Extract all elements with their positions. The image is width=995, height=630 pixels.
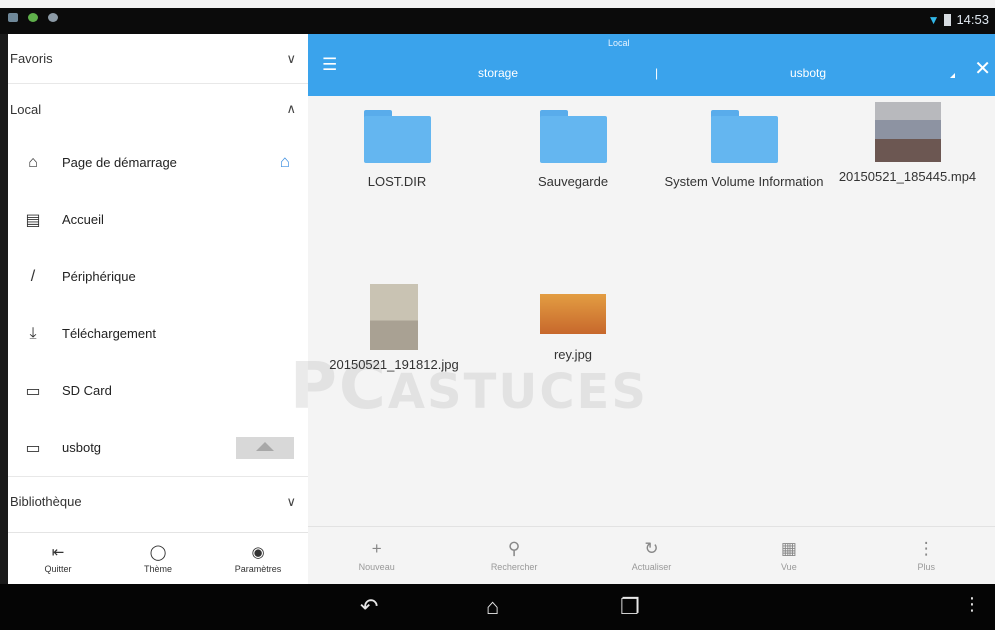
back-icon[interactable]: ↶ — [360, 594, 378, 620]
breadcrumb-storage[interactable]: storage — [478, 66, 518, 80]
home-icon: ⌂ — [28, 153, 38, 171]
android-icon — [28, 13, 38, 22]
clock: 14:53 — [956, 12, 989, 27]
sidebar-item-label: SD Card — [62, 383, 112, 398]
file-item[interactable]: rey.jpg — [498, 284, 648, 363]
file-name: System Volume Information — [664, 174, 824, 189]
theme-label: Thème — [143, 564, 172, 574]
quit-button[interactable]: ⇤ Quitter — [18, 543, 98, 574]
breadcrumb-usbotg[interactable]: usbotg — [790, 66, 826, 80]
file-item[interactable]: Sauvegarde — [498, 110, 648, 190]
corner-indicator — [950, 73, 955, 78]
sidebar-item-label: Périphérique — [62, 269, 136, 284]
folder-icon — [363, 110, 431, 163]
sidebar-item-sd-card[interactable]: ▭ SD Card — [8, 362, 308, 419]
search-icon: ⚲ — [507, 539, 521, 558]
sidebar-item-label: Accueil — [62, 212, 104, 227]
sidebar-item-peripherique[interactable]: / Périphérique — [8, 248, 308, 305]
more-icon: ⋮ — [917, 539, 935, 558]
quit-label: Quitter — [44, 564, 72, 574]
sidebar-item-usbotg[interactable]: ▭ usbotg — [8, 419, 308, 476]
tool-label: Actualiser — [631, 562, 672, 572]
usb-icon: ▭ — [25, 439, 41, 457]
file-name: Sauvegarde — [537, 174, 609, 189]
wifi-icon: ▼ — [927, 12, 940, 27]
app-bar: Local ☰ storage | usbotg ✕ — [308, 34, 995, 96]
sidebar-item-telechargement[interactable]: ⤓ Téléchargement — [8, 305, 308, 362]
theme-button[interactable]: ◯ Thème — [118, 543, 198, 574]
refresh-button[interactable]: ↻ Actualiser — [596, 539, 706, 572]
refresh-icon: ↻ — [644, 539, 659, 558]
sidebar-item-label: Page de démarrage — [62, 155, 177, 170]
folder-icon: ▤ — [25, 211, 41, 229]
tool-label: Rechercher — [490, 562, 538, 572]
section-local[interactable]: Local ∧ — [8, 84, 308, 134]
image-thumbnail — [370, 284, 418, 350]
eject-button[interactable] — [236, 437, 294, 459]
drawer-footer: ⇤ Quitter ◯ Thème ◉ Paramètres — [8, 532, 308, 584]
tool-label: Nouveau — [358, 562, 395, 572]
overflow-menu-icon[interactable]: ⋮ — [963, 594, 981, 615]
sidebar-item-label: Téléchargement — [62, 326, 156, 341]
close-icon[interactable]: ✕ — [974, 56, 991, 81]
search-button[interactable]: ⚲ Rechercher — [459, 539, 569, 572]
settings-label: Paramètres — [234, 564, 282, 574]
settings-button[interactable]: ◉ Paramètres — [218, 543, 298, 574]
chevron-down-icon: ∨ — [286, 493, 296, 509]
window-title: Local — [608, 38, 630, 48]
section-bibliotheque[interactable]: Bibliothèque ∨ — [8, 476, 308, 526]
navigation-drawer: Favoris ∨ Local ∧ ⌂ Page de démarrage ⌂ … — [8, 34, 308, 584]
file-name: LOST.DIR — [367, 174, 427, 189]
section-bibliotheque-label: Bibliothèque — [10, 494, 82, 509]
exit-icon: ⇤ — [51, 544, 65, 561]
settings-icon: ◉ — [251, 544, 265, 561]
slash-icon: / — [30, 267, 36, 285]
file-name: 20150521_185445.mp4 — [838, 169, 977, 184]
file-grid: PCASTUCES LOST.DIR Sauvegarde System Vol… — [290, 96, 995, 516]
new-button[interactable]: + Nouveau — [322, 539, 432, 572]
set-home-icon[interactable]: ⌂ — [280, 152, 290, 172]
image-thumbnail — [540, 294, 606, 334]
tool-label: Vue — [781, 562, 797, 572]
sync-icon — [48, 13, 58, 22]
file-name: rey.jpg — [553, 347, 593, 362]
file-item[interactable]: LOST.DIR — [322, 110, 472, 190]
navigation-bar: ↶ ⌂ ❐ ⋮ — [0, 584, 995, 630]
plus-icon: + — [371, 539, 382, 558]
file-name: 20150521_191812.jpg — [329, 357, 459, 372]
more-button[interactable]: ⋮ Plus — [871, 539, 981, 572]
breadcrumb-separator: | — [655, 66, 659, 80]
view-button[interactable]: ▦ Vue — [734, 539, 844, 572]
sidebar-item-accueil[interactable]: ▤ Accueil — [8, 191, 308, 248]
shirt-icon: ◯ — [149, 544, 167, 561]
bottom-toolbar: + Nouveau ⚲ Rechercher ↻ Actualiser ▦ Vu… — [308, 526, 995, 584]
section-local-label: Local — [10, 101, 42, 117]
menu-icon[interactable]: ☰ — [322, 55, 337, 75]
chevron-down-icon: ∨ — [286, 50, 296, 66]
chevron-up-icon: ∧ — [286, 101, 296, 116]
folder-icon — [710, 110, 778, 163]
notification-icon — [8, 13, 18, 22]
file-item[interactable]: System Volume Information — [664, 110, 824, 190]
video-thumbnail — [874, 102, 941, 162]
file-item[interactable]: 20150521_191812.jpg — [314, 284, 474, 373]
recent-apps-icon[interactable]: ❐ — [620, 594, 640, 620]
sdcard-icon: ▭ — [25, 382, 41, 400]
sidebar-item-label: usbotg — [62, 440, 102, 455]
battery-icon — [944, 13, 952, 26]
home-nav-icon[interactable]: ⌂ — [486, 594, 499, 620]
section-favoris[interactable]: Favoris ∨ — [8, 34, 308, 84]
download-icon: ⤓ — [29, 324, 37, 342]
tool-label: Plus — [917, 562, 935, 572]
sidebar-item-page-de-demarrage[interactable]: ⌂ Page de démarrage ⌂ — [8, 134, 308, 191]
file-browser: Local ☰ storage | usbotg ✕ PCASTUCES LOS… — [290, 34, 995, 584]
section-favoris-label: Favoris — [10, 51, 53, 66]
file-item[interactable]: 20150521_185445.mp4 — [820, 102, 995, 185]
grid-icon: ▦ — [780, 539, 797, 558]
status-bar: ▼ 14:53 — [0, 0, 995, 34]
folder-icon — [539, 110, 607, 163]
